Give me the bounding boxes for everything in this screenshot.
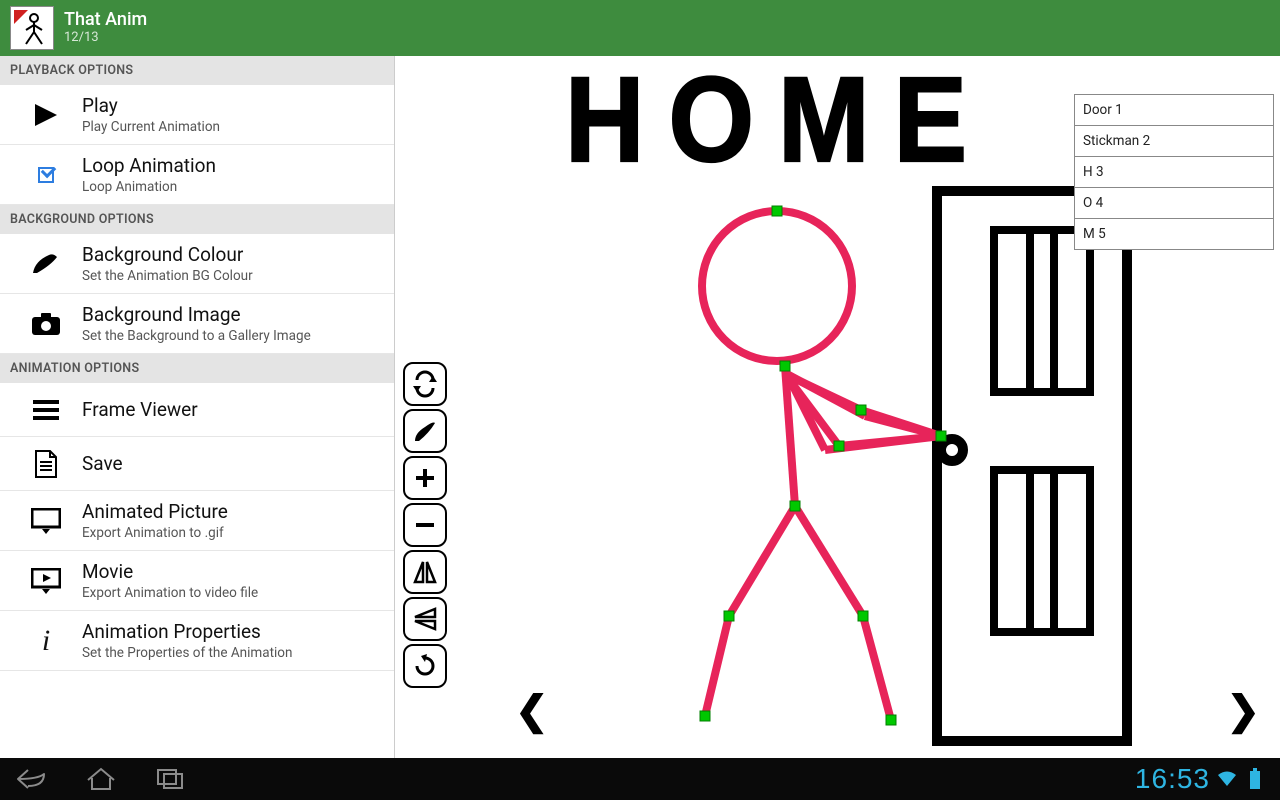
stickman-object[interactable] [625,186,1025,746]
document-icon [10,450,82,478]
screen-play-icon [10,568,82,594]
tool-plus[interactable] [403,456,447,500]
tool-minus[interactable] [403,503,447,547]
action-bar: That Anim 12/13 [0,0,1280,56]
battery-icon [1244,768,1266,790]
menu-item-title: Background Colour [82,243,384,266]
status-clock: 16:53 [1135,763,1210,795]
info-icon: i [10,624,82,658]
menu-item-title: Animation Properties [82,620,384,643]
menu-item-subtitle: Set the Animation BG Colour [82,268,384,284]
menu-animation-properties[interactable]: i Animation Properties Set the Propertie… [0,611,394,671]
app-icon[interactable] [10,6,54,50]
menu-movie[interactable]: Movie Export Animation to video file [0,551,394,611]
prev-frame-button[interactable]: ❮ [515,687,549,734]
layer-row[interactable]: Stickman 2 [1074,125,1274,157]
tool-flip-vertical[interactable] [403,597,447,641]
list-icon [10,400,82,420]
menu-item-title: Save [82,452,384,475]
brush-icon [10,251,82,277]
back-icon[interactable] [14,766,48,792]
frame-counter: 12/13 [64,31,147,46]
checkbox-icon[interactable] [10,167,82,183]
menu-frame-viewer[interactable]: Frame Viewer [0,383,394,437]
menu-loop-animation[interactable]: Loop Animation Loop Animation [0,145,394,205]
play-icon [10,104,82,126]
recents-icon[interactable] [154,766,188,792]
layer-row[interactable]: H 3 [1074,156,1274,188]
canvas-title-text: HOME [565,50,991,190]
canvas[interactable]: HOME [395,56,1280,758]
menu-item-title: Play [82,94,384,117]
layer-row[interactable]: O 4 [1074,187,1274,219]
menu-item-title: Loop Animation [82,154,384,177]
section-header-animation: ANIMATION OPTIONS [0,354,394,383]
tool-cycle[interactable] [403,362,447,406]
menu-item-title: Frame Viewer [82,398,384,421]
tool-brush[interactable] [403,409,447,453]
menu-item-subtitle: Play Current Animation [82,119,384,135]
tool-flip-horizontal[interactable] [403,550,447,594]
home-icon[interactable] [84,766,118,792]
layer-row[interactable]: Door 1 [1074,94,1274,126]
layer-row[interactable]: M 5 [1074,218,1274,250]
menu-animated-picture[interactable]: Animated Picture Export Animation to .gi… [0,491,394,551]
wifi-icon [1216,768,1238,790]
menu-save[interactable]: Save [0,437,394,491]
menu-item-subtitle: Set the Properties of the Animation [82,645,384,661]
menu-background-image[interactable]: Background Image Set the Background to a… [0,294,394,354]
menu-item-subtitle: Loop Animation [82,179,384,195]
menu-play[interactable]: Play Play Current Animation [0,85,394,145]
app-title: That Anim [64,10,147,31]
menu-item-title: Animated Picture [82,500,384,523]
layer-list: Door 1 Stickman 2 H 3 O 4 M 5 [1074,94,1274,249]
screen-icon [10,508,82,534]
next-frame-button[interactable]: ❯ [1226,687,1260,734]
tool-rotate[interactable] [403,644,447,688]
menu-item-title: Background Image [82,303,384,326]
camera-icon [10,312,82,336]
tool-palette [403,362,447,688]
menu-item-subtitle: Set the Background to a Gallery Image [82,328,384,344]
section-header-playback: PLAYBACK OPTIONS [0,56,394,85]
section-header-background: BACKGROUND OPTIONS [0,205,394,234]
menu-item-title: Movie [82,560,384,583]
menu-background-colour[interactable]: Background Colour Set the Animation BG C… [0,234,394,294]
menu-item-subtitle: Export Animation to video file [82,585,384,601]
menu-item-subtitle: Export Animation to .gif [82,525,384,541]
sidebar: PLAYBACK OPTIONS Play Play Current Anima… [0,56,395,758]
android-navbar: 16:53 [0,758,1280,800]
